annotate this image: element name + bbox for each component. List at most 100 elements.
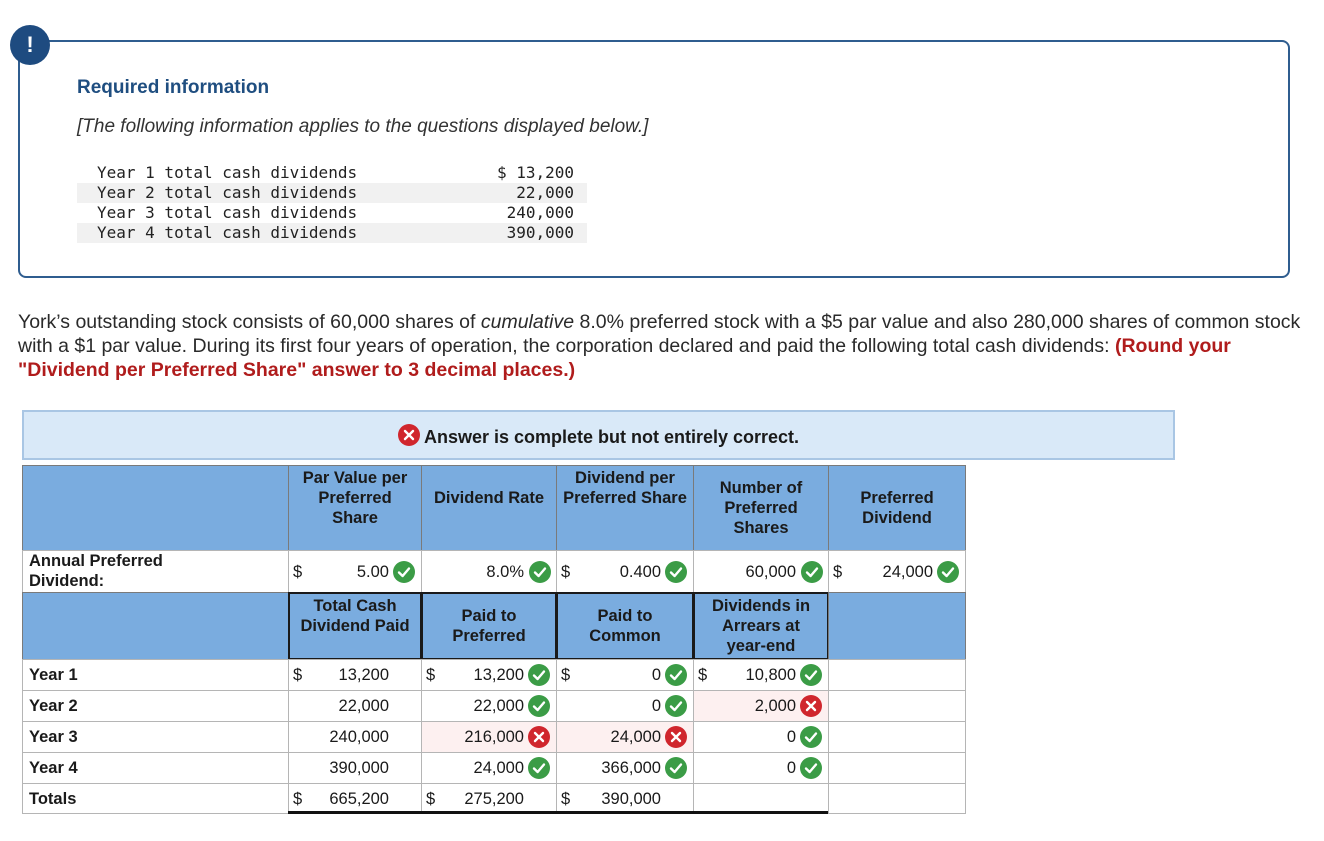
header-dividend-per-share-label: Dividend per Preferred Share bbox=[563, 469, 687, 507]
input-dividend-per-share[interactable]: $0.400 bbox=[556, 550, 694, 593]
incorrect-icon bbox=[397, 424, 420, 446]
header-number-of-shares: Number of Preferred Shares bbox=[693, 465, 829, 551]
correct-icon bbox=[529, 561, 551, 583]
dollar-sign: $ bbox=[426, 790, 436, 808]
paid-to-preferred-value: 22,000 bbox=[473, 697, 524, 715]
dividends-in-arrears-value: 10,800 bbox=[745, 666, 796, 684]
table-row-label: Year 4 bbox=[22, 752, 289, 784]
row-label-annual: Annual Preferred Dividend: bbox=[22, 550, 289, 593]
input-dividend-rate[interactable]: 8.0% bbox=[421, 550, 557, 593]
header-number-of-shares-label: Number of Preferred Shares bbox=[719, 479, 803, 537]
correct-icon bbox=[800, 664, 822, 686]
dollar-sign: $ bbox=[561, 666, 571, 684]
correct-icon bbox=[393, 561, 415, 583]
dividend-label: Year 4 total cash dividends bbox=[77, 223, 394, 243]
input-dividends-in-arrears[interactable]: $10,800 bbox=[693, 659, 829, 691]
input-paid-to-preferred[interactable]: 216,000 bbox=[421, 721, 557, 753]
problem-statement: York’s outstanding stock consists of 60,… bbox=[18, 310, 1308, 382]
table-row: Year 2 total cash dividends 22,000 bbox=[77, 183, 587, 203]
paid-to-common-total-value: 390,000 bbox=[601, 790, 661, 808]
header-total-cash-dividend-label: Total Cash Dividend Paid bbox=[300, 597, 410, 635]
header-dividend-rate-label: Dividend Rate bbox=[433, 489, 545, 507]
correct-icon bbox=[665, 664, 687, 686]
empty-cell bbox=[693, 783, 829, 814]
total-cash-cell: $13,200 bbox=[288, 659, 422, 691]
dollar-sign: $ bbox=[833, 563, 843, 581]
input-paid-to-common[interactable]: 0 bbox=[556, 690, 694, 722]
input-dividends-in-arrears[interactable]: 2,000 bbox=[693, 690, 829, 722]
table-row: Year 3 total cash dividends 240,000 bbox=[77, 203, 587, 223]
incorrect-icon bbox=[528, 726, 550, 748]
input-par-value[interactable]: $5.00 bbox=[288, 550, 422, 593]
input-paid-to-common[interactable]: 366,000 bbox=[556, 752, 694, 784]
dividends-in-arrears-value: 0 bbox=[786, 759, 796, 777]
year-label: Year 4 bbox=[29, 759, 78, 777]
problem-text-italic: cumulative bbox=[480, 311, 575, 333]
header-paid-to-preferred-label: Paid to Preferred bbox=[452, 607, 526, 645]
correct-icon bbox=[665, 561, 687, 583]
empty-cell bbox=[828, 752, 966, 784]
input-dividends-in-arrears[interactable]: 0 bbox=[693, 721, 829, 753]
incorrect-icon bbox=[665, 726, 687, 748]
required-info-title: Required information bbox=[77, 77, 270, 98]
paid-to-common-total: $390,000 bbox=[556, 783, 694, 814]
total-cash-value: 22,000 bbox=[338, 697, 389, 715]
total-cash-total: $665,200 bbox=[288, 783, 422, 814]
input-preferred-dividend[interactable]: $24,000 bbox=[828, 550, 966, 593]
required-info-subtitle: [The following information applies to th… bbox=[77, 116, 649, 137]
dollar-sign: $ bbox=[698, 666, 708, 684]
header-total-cash-dividend: Total Cash Dividend Paid bbox=[288, 592, 422, 660]
header-par-value-label: Par Value per Preferred Share bbox=[302, 469, 408, 527]
input-paid-to-preferred[interactable]: 24,000 bbox=[421, 752, 557, 784]
problem-text: York’s outstanding stock consists of 60,… bbox=[18, 311, 481, 333]
dollar-sign: $ bbox=[293, 666, 303, 684]
paid-to-preferred-total-value: 275,200 bbox=[464, 790, 524, 808]
dividend-label: Year 2 total cash dividends bbox=[77, 183, 394, 203]
header-paid-to-common-label: Paid to Common bbox=[589, 607, 661, 645]
table-row-label: Year 2 bbox=[22, 690, 289, 722]
total-cash-value: 390,000 bbox=[329, 759, 389, 777]
input-paid-to-common[interactable]: 24,000 bbox=[556, 721, 694, 753]
total-cash-cell: 22,000 bbox=[288, 690, 422, 722]
total-cash-value: 13,200 bbox=[338, 666, 389, 684]
dividends-table: Year 1 total cash dividends $ 13,200 Yea… bbox=[77, 163, 587, 243]
year-label: Year 2 bbox=[29, 697, 78, 715]
correct-icon bbox=[528, 664, 550, 686]
dividend-label: Year 3 total cash dividends bbox=[97, 203, 358, 222]
empty-cell bbox=[828, 659, 966, 691]
input-paid-to-common[interactable]: $0 bbox=[556, 659, 694, 691]
dividend-amount: $ 13,200 bbox=[496, 163, 574, 182]
table-row-label: Year 1 bbox=[22, 659, 289, 691]
table-row-label: Year 3 bbox=[22, 721, 289, 753]
dividend-per-share-value: 0.400 bbox=[619, 563, 661, 581]
input-paid-to-preferred[interactable]: $13,200 bbox=[421, 659, 557, 691]
par-value-value: 5.00 bbox=[356, 563, 389, 581]
correct-icon bbox=[800, 726, 822, 748]
totals-label: Totals bbox=[29, 790, 77, 808]
dividends-in-arrears-value: 0 bbox=[786, 728, 796, 746]
header-blank bbox=[828, 592, 966, 660]
correct-icon bbox=[801, 561, 823, 583]
dollar-sign: $ bbox=[293, 563, 303, 581]
preferred-dividend-value: 24,000 bbox=[882, 563, 933, 581]
input-paid-to-preferred[interactable]: 22,000 bbox=[421, 690, 557, 722]
dividend-rate-value: 8.0% bbox=[486, 563, 524, 581]
header-paid-to-common: Paid to Common bbox=[556, 592, 694, 660]
correct-icon bbox=[528, 757, 550, 779]
dividend-label: Year 1 total cash dividends bbox=[97, 163, 358, 182]
paid-to-preferred-total: $275,200 bbox=[421, 783, 557, 814]
annual-dividend-label: Annual Preferred Dividend: bbox=[29, 552, 163, 590]
empty-cell bbox=[828, 721, 966, 753]
input-dividends-in-arrears[interactable]: 0 bbox=[693, 752, 829, 784]
totals-underline bbox=[288, 811, 828, 814]
answer-status-text: Answer is complete but not entirely corr… bbox=[423, 427, 800, 447]
empty-cell bbox=[828, 690, 966, 722]
input-number-of-shares[interactable]: 60,000 bbox=[693, 550, 829, 593]
dollar-sign: $ bbox=[561, 563, 571, 581]
header-dividend-per-share: Dividend per Preferred Share bbox=[556, 465, 694, 551]
year-label: Year 1 bbox=[29, 666, 78, 684]
number-of-shares-value: 60,000 bbox=[745, 563, 796, 581]
empty-cell bbox=[828, 783, 966, 814]
total-cash-value: 240,000 bbox=[329, 728, 389, 746]
paid-to-common-value: 0 bbox=[651, 697, 661, 715]
